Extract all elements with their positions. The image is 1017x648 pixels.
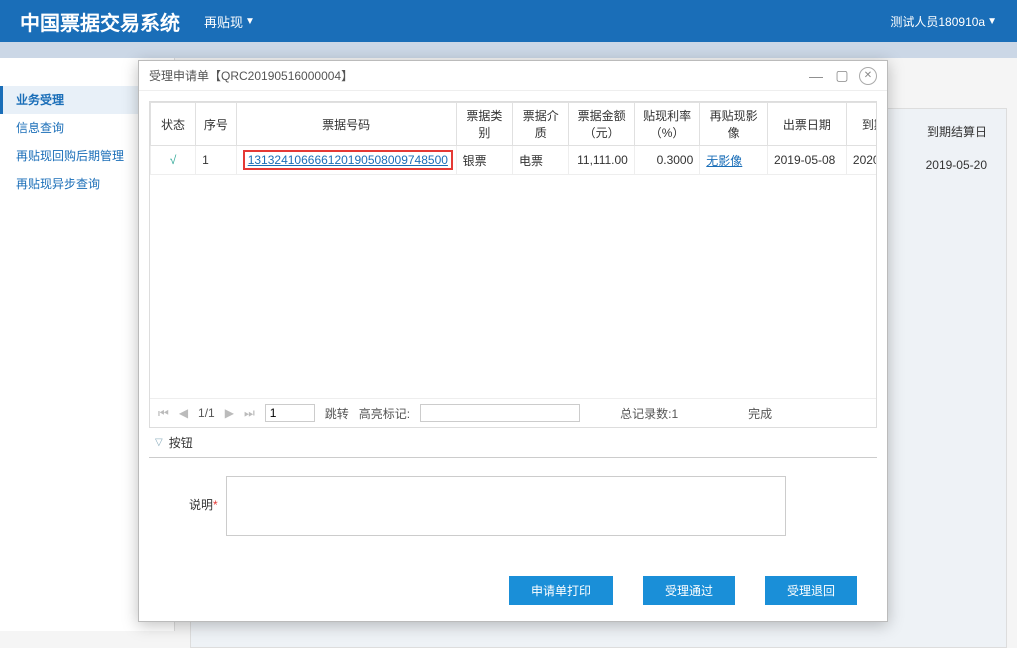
cell-seq: 1 xyxy=(196,146,237,175)
th-type: 票据类别 xyxy=(456,103,512,146)
check-icon: √ xyxy=(170,153,177,167)
pager: ⏮ ◀ 1/1 ▶ ⏭ 跳转 高亮标记: 总记录数:1 完成 xyxy=(150,398,876,427)
modal-title: 受理申请单【QRC20190516000004】 xyxy=(149,67,353,84)
header-sub-menu[interactable]: 再贴现 ▼ xyxy=(204,12,255,31)
close-icon[interactable]: ✕ xyxy=(859,67,877,85)
caret-down-icon: ▼ xyxy=(245,16,255,27)
cell-due: 2020-05-05 xyxy=(846,146,876,175)
desc-label: 说明* xyxy=(189,476,218,513)
maximize-icon[interactable]: ▢ xyxy=(833,67,851,85)
bg-row-value: 2019-05-20 xyxy=(926,158,987,172)
modal-controls: — ▢ ✕ xyxy=(807,67,877,85)
grid-scroll[interactable]: 状态 序号 票据号码 票据类别 票据介质 票据金额（元） 贴现利率（%） 再贴现… xyxy=(150,102,876,398)
pager-status: 完成 xyxy=(748,405,772,422)
bill-table: 状态 序号 票据号码 票据类别 票据介质 票据金额（元） 贴现利率（%） 再贴现… xyxy=(150,102,876,175)
pager-highlight-input[interactable] xyxy=(420,404,580,422)
th-amount: 票据金额（元） xyxy=(569,103,634,146)
cell-type: 银票 xyxy=(456,146,512,175)
cell-rate: 0.3000 xyxy=(634,146,699,175)
table-row[interactable]: √ 1 131324106666120190508009748500 银票 电票… xyxy=(151,146,877,175)
minimize-icon[interactable]: — xyxy=(807,67,825,85)
pager-prev-icon[interactable]: ◀ xyxy=(179,406,188,420)
print-button[interactable]: 申请单打印 xyxy=(509,576,613,605)
pager-total: 总记录数:1 xyxy=(620,405,678,422)
image-link[interactable]: 无影像 xyxy=(706,154,742,168)
user-name: 测试人员180910a xyxy=(890,13,985,30)
pager-highlight-label: 高亮标记: xyxy=(359,405,410,422)
app-title: 中国票据交易系统 xyxy=(20,7,180,36)
pager-jump[interactable]: 跳转 xyxy=(325,405,349,422)
grid-container: 状态 序号 票据号码 票据类别 票据介质 票据金额（元） 贴现利率（%） 再贴现… xyxy=(149,101,877,428)
th-seq: 序号 xyxy=(196,103,237,146)
modal-header: 受理申请单【QRC20190516000004】 — ▢ ✕ xyxy=(139,61,887,91)
modal-footer: 申请单打印 受理通过 受理退回 xyxy=(139,566,887,621)
required-icon: * xyxy=(213,498,218,512)
bill-no-link[interactable]: 131324106666120190508009748500 xyxy=(243,150,453,170)
desc-label-text: 说明 xyxy=(189,498,213,512)
sub-header-bar xyxy=(0,42,1017,58)
pager-first-icon[interactable]: ⏮ xyxy=(158,406,169,421)
header-sub-label: 再贴现 xyxy=(204,12,243,31)
bg-col-header: 到期结算日 xyxy=(927,123,987,140)
th-medium: 票据介质 xyxy=(513,103,569,146)
section-toggle[interactable]: ▽ 按钮 xyxy=(149,430,877,458)
desc-textarea[interactable] xyxy=(226,476,786,536)
th-status: 状态 xyxy=(151,103,196,146)
pager-last-icon[interactable]: ⏭ xyxy=(244,406,255,421)
th-billno: 票据号码 xyxy=(236,103,456,146)
chevron-down-icon: ▽ xyxy=(155,437,163,448)
approve-button[interactable]: 受理通过 xyxy=(643,576,735,605)
cell-billno: 131324106666120190508009748500 xyxy=(236,146,456,175)
cell-medium: 电票 xyxy=(513,146,569,175)
modal-body: 状态 序号 票据号码 票据类别 票据介质 票据金额（元） 贴现利率（%） 再贴现… xyxy=(139,91,887,566)
th-image: 再贴现影像 xyxy=(700,103,768,146)
pager-page: 1/1 xyxy=(198,406,215,420)
caret-down-icon: ▼ xyxy=(987,16,997,27)
section-label: 按钮 xyxy=(169,434,193,451)
pager-next-icon[interactable]: ▶ xyxy=(225,406,234,420)
th-rate: 贴现利率（%） xyxy=(634,103,699,146)
form-area: 说明* xyxy=(149,458,877,566)
pager-page-input[interactable] xyxy=(265,404,315,422)
modal-dialog: 受理申请单【QRC20190516000004】 — ▢ ✕ 状态 xyxy=(138,60,888,622)
th-due: 到期日期 xyxy=(846,103,876,146)
cell-issue: 2019-05-08 xyxy=(767,146,846,175)
table-header-row: 状态 序号 票据号码 票据类别 票据介质 票据金额（元） 贴现利率（%） 再贴现… xyxy=(151,103,877,146)
cell-image: 无影像 xyxy=(700,146,768,175)
th-issue: 出票日期 xyxy=(767,103,846,146)
reject-button[interactable]: 受理退回 xyxy=(765,576,857,605)
app-header: 中国票据交易系统 再贴现 ▼ 测试人员180910a ▼ xyxy=(0,0,1017,42)
user-menu[interactable]: 测试人员180910a ▼ xyxy=(890,13,997,30)
cell-amount: 11,111.00 xyxy=(569,146,634,175)
